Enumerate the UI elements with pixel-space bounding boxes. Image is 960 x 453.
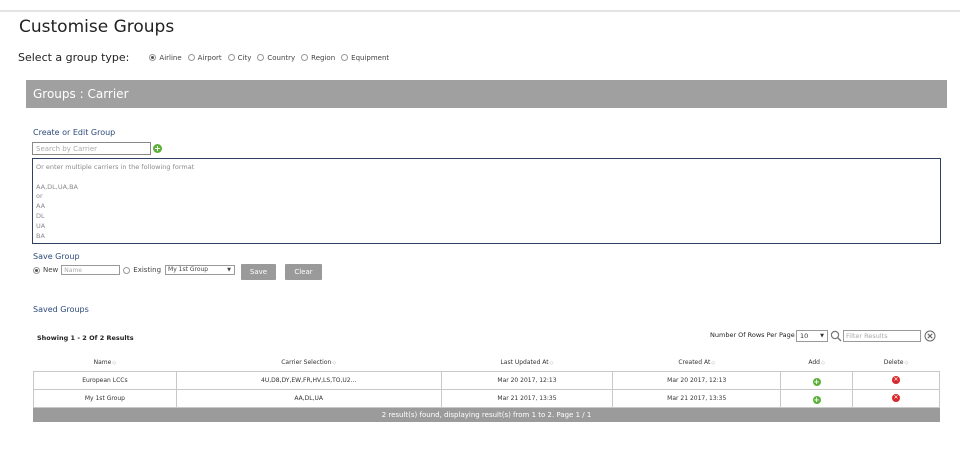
cell-delete: ✕ (852, 370, 940, 390)
existing-radio-label: Existing (133, 266, 162, 274)
sort-icon: ◇ (332, 360, 337, 367)
save-group-row: New Existing My 1st Group ▼ (33, 265, 236, 275)
rows-per-page-value: 10 (800, 332, 809, 340)
sort-icon: ◇ (112, 360, 117, 367)
new-radio-icon[interactable] (33, 266, 40, 274)
sort-icon: ◇ (820, 360, 825, 367)
cell-delete: ✕ (852, 388, 940, 408)
sort-icon: ◇ (711, 360, 716, 367)
rows-per-page-select[interactable]: 10 ▼ (796, 330, 828, 342)
radio-label: Airport (197, 53, 222, 62)
saved-groups-table: Name◇ Carrier Selection◇ Last Updated At… (33, 355, 940, 408)
table-header-row: Name◇ Carrier Selection◇ Last Updated At… (34, 355, 940, 371)
cell-updated: Mar 20 2017, 12:13 (440, 370, 614, 390)
clear-button[interactable]: Clear (285, 264, 322, 280)
group-type-label: Select a group type: (18, 51, 130, 64)
save-button[interactable]: Save (241, 264, 276, 280)
table-row[interactable]: European LCCs 4U,D8,DY,EW,FR,HV,LS,TO,U2… (33, 370, 940, 390)
radio-option-airport[interactable]: Airport (187, 53, 222, 62)
chevron-down-icon: ▼ (820, 333, 824, 339)
sort-icon: ◇ (904, 360, 909, 367)
radio-option-equipment[interactable]: Equipment (341, 54, 389, 62)
radio-label: Country (267, 53, 296, 62)
create-edit-label: Create or Edit Group (33, 128, 116, 137)
radio-label: Region (311, 53, 336, 62)
radio-label: Airline (159, 53, 182, 62)
column-header-name[interactable]: Name◇ (34, 355, 177, 371)
results-count: Showing 1 - 2 Of 2 Results (37, 334, 134, 342)
column-header-carriers[interactable]: Carrier Selection◇ (176, 355, 441, 371)
add-group-icon[interactable]: + (812, 395, 821, 404)
table-row[interactable]: My 1st Group AA,DL,UA Mar 21 2017, 13:35… (33, 388, 940, 408)
cell-carriers: 4U,D8,DY,EW,FR,HV,LS,TO,U2... (175, 370, 442, 390)
column-header-delete[interactable]: Delete◇ (853, 355, 940, 371)
existing-group-value: My 1st Group (168, 266, 209, 273)
radio-option-city[interactable]: City (227, 53, 252, 62)
cell-add: + (780, 388, 854, 408)
clear-filter-icon[interactable] (924, 330, 936, 342)
radio-option-airline[interactable]: Airline (149, 53, 182, 62)
cell-name: My 1st Group (33, 388, 177, 408)
top-divider (0, 10, 960, 12)
radio-icon[interactable] (341, 54, 349, 61)
cell-created: Mar 20 2017, 12:13 (612, 370, 782, 390)
radio-icon[interactable] (187, 54, 195, 61)
carrier-textarea[interactable]: Or enter multiple carriers in the follow… (32, 158, 941, 244)
cell-updated: Mar 21 2017, 13:35 (440, 388, 614, 408)
radio-option-region[interactable]: Region (301, 54, 335, 62)
delete-group-icon[interactable]: ✕ (892, 394, 901, 402)
radio-icon[interactable] (257, 54, 265, 61)
radio-label: City (237, 53, 252, 62)
sort-icon: ◇ (549, 360, 554, 367)
chevron-down-icon: ▼ (227, 267, 232, 273)
delete-group-icon[interactable]: ✕ (892, 376, 901, 384)
groups-header-bar: Groups : Carrier (26, 80, 947, 108)
cell-carriers: AA,DL,UA (175, 388, 442, 408)
group-type-selector: Select a group type: Airline Airport Cit… (18, 51, 395, 64)
search-icon[interactable] (830, 330, 842, 342)
existing-radio-icon[interactable] (123, 266, 131, 274)
add-group-icon[interactable]: + (812, 377, 821, 386)
save-group-label: Save Group (33, 252, 80, 261)
radio-icon[interactable] (227, 54, 235, 61)
cell-name: European LCCs (33, 370, 177, 390)
cell-created: Mar 21 2017, 13:35 (612, 388, 782, 408)
group-name-input[interactable] (61, 265, 121, 275)
column-header-updated[interactable]: Last Updated At◇ (441, 355, 613, 371)
saved-groups-label: Saved Groups (33, 305, 89, 314)
column-header-add[interactable]: Add◇ (781, 355, 853, 371)
rows-per-page-label: Number Of Rows Per Page (710, 331, 795, 339)
cell-add: + (780, 370, 854, 390)
radio-label: Equipment (351, 53, 390, 62)
radio-icon[interactable] (301, 54, 309, 61)
results-footer: 2 result(s) found, displaying result(s) … (33, 408, 940, 422)
add-carrier-icon[interactable]: + (153, 144, 162, 153)
filter-results-input[interactable] (843, 330, 921, 342)
page-title: Customise Groups (19, 17, 175, 37)
column-header-created[interactable]: Created At◇ (613, 355, 781, 371)
new-radio-label: New (43, 266, 59, 274)
carrier-search-input[interactable] (32, 142, 151, 155)
radio-icon[interactable] (149, 54, 157, 61)
radio-option-country[interactable]: Country (257, 54, 295, 62)
existing-group-select[interactable]: My 1st Group ▼ (165, 265, 236, 275)
